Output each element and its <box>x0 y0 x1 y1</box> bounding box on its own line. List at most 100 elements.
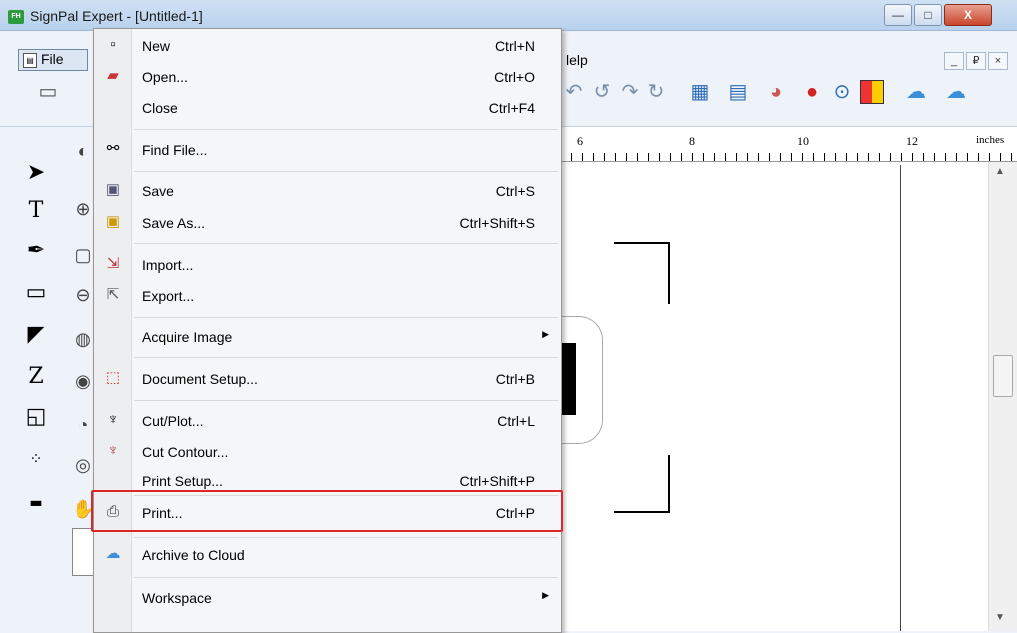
vector-tool-icon[interactable]: ◤ <box>22 320 50 350</box>
secondary-tool-icon[interactable]: ⊖ <box>72 282 94 308</box>
secondary-tool-icon[interactable]: ◍ <box>72 326 94 352</box>
menu-separator <box>134 171 558 172</box>
minimize-button[interactable]: — <box>884 4 912 26</box>
shape-tool-icon[interactable]: ◱ <box>22 402 50 432</box>
color-well[interactable] <box>72 528 94 576</box>
menu-item-save[interactable]: ▣ Save Ctrl+S <box>94 177 561 205</box>
menu-item-label: Find File... <box>142 142 208 158</box>
cloud-upload-icon[interactable]: ☁ <box>944 80 968 104</box>
menu-item-close[interactable]: Close Ctrl+F4 <box>94 94 561 122</box>
secondary-tool-icon[interactable]: ◐ <box>72 138 94 164</box>
menu-item-shortcut: Ctrl+Shift+P <box>459 473 535 489</box>
menu-item-shortcut: Ctrl+S <box>495 183 535 199</box>
print-highlight-box <box>91 490 563 532</box>
help-menu[interactable]: lelp <box>566 52 588 68</box>
menu-item-archive-to-cloud[interactable]: ☁ Archive to Cloud <box>94 541 561 569</box>
save-as-icon: ▣ <box>105 213 121 230</box>
menu-item-label: Import... <box>142 257 194 273</box>
ruler-number: 10 <box>797 134 809 148</box>
open-icon: ▰ <box>107 67 119 84</box>
menu-item-shortcut: Ctrl+F4 <box>488 100 535 116</box>
secondary-tool-icon[interactable]: ◔ <box>72 412 94 438</box>
save-icon: ▣ <box>105 181 121 198</box>
menu-separator <box>134 357 558 358</box>
ruler-number: 8 <box>689 134 695 148</box>
zoom-icon[interactable]: ⊙ <box>830 80 854 104</box>
new-page-icon[interactable]: ▭ <box>36 80 60 104</box>
ruler-unit: inches <box>976 134 1005 146</box>
file-menu[interactable]: ▤ File <box>18 49 88 71</box>
maximize-button[interactable]: □ <box>914 4 942 26</box>
ruler-number: 12 <box>906 134 918 148</box>
cloud-power-icon[interactable]: ☁ <box>904 80 928 104</box>
menu-item-label: Save <box>142 183 174 199</box>
menu-item-import[interactable]: ⇲ Import... <box>94 251 561 279</box>
menu-item-find-file[interactable]: ⚯ Find File... <box>94 136 561 164</box>
close-window-button[interactable]: X <box>944 4 992 26</box>
menu-separator <box>134 577 558 578</box>
menu-item-label: Export... <box>142 288 195 304</box>
ruler-tool-icon[interactable]: ▬ <box>22 488 50 518</box>
menu-separator <box>134 317 558 318</box>
secondary-tool-icon[interactable]: ◉ <box>72 368 94 394</box>
menu-item-save-as[interactable]: ▣ Save As... Ctrl+Shift+S <box>94 209 561 237</box>
menu-item-shortcut: Ctrl+N <box>494 38 535 54</box>
menu-separator <box>134 400 558 401</box>
scroll-up-icon[interactable]: ▲ <box>995 166 1005 177</box>
menu-item-label: Acquire Image <box>142 329 233 345</box>
undo-icon[interactable]: ↶ <box>562 80 586 104</box>
new-document-icon: ▫ <box>110 36 116 53</box>
secondary-tool-icon[interactable]: ⊕ <box>72 196 94 222</box>
menu-item-new[interactable]: ▫ New Ctrl+N <box>94 32 561 60</box>
document-setup-icon: ⬚ <box>105 369 121 386</box>
binoculars-icon: ⚯ <box>106 140 120 157</box>
app-logo-icon: FH <box>8 10 24 24</box>
menu-item-shortcut: Ctrl+Shift+S <box>459 215 535 231</box>
menu-item-export[interactable]: ⇱ Export... <box>94 282 561 310</box>
document-icon: ▤ <box>23 53 37 68</box>
black-bar-shape[interactable] <box>560 343 576 415</box>
text-tool-icon[interactable]: T <box>22 196 50 226</box>
list-icon[interactable]: ▤ <box>726 80 750 104</box>
scroll-down-icon[interactable]: ▼ <box>995 612 1005 623</box>
menu-separator <box>134 537 558 538</box>
menu-item-workspace[interactable]: Workspace ▶ <box>94 584 561 612</box>
menu-item-label: Workspace <box>142 590 212 606</box>
secondary-tool-icon[interactable]: ◎ <box>72 452 94 478</box>
page-area[interactable] <box>560 165 901 631</box>
menu-item-label: Save As... <box>142 215 206 231</box>
menu-item-label: Document Setup... <box>142 371 258 387</box>
cloud-icon: ☁ <box>105 545 121 562</box>
color-swatch-icon[interactable] <box>860 80 884 104</box>
color-drop-icon[interactable]: ● <box>800 80 824 104</box>
pen-tool-icon[interactable]: ✒ <box>22 236 50 266</box>
menu-item-acquire-image[interactable]: Acquire Image ▶ <box>94 323 561 351</box>
cut-contour-icon: ♆ <box>107 442 119 459</box>
horizontal-ruler <box>560 127 1017 162</box>
zigzag-tool-icon[interactable]: Z <box>22 362 50 392</box>
undo-all-icon[interactable]: ↺ <box>590 80 614 104</box>
window-title: SignPal Expert - [Untitled-1] <box>30 8 203 24</box>
export-icon: ⇱ <box>106 286 120 303</box>
menu-item-label: New <box>142 38 171 54</box>
redo-icon[interactable]: ↷ <box>618 80 642 104</box>
menu-item-cut-contour[interactable]: ♆ Cut Contour... <box>94 438 561 466</box>
layout-icon[interactable]: ▦ <box>688 80 712 104</box>
secondary-tool-icon[interactable]: ▢ <box>72 242 94 268</box>
ruler-ticks <box>560 153 1017 161</box>
mdi-restore-button[interactable]: ₽ <box>966 52 986 70</box>
menu-item-cut-plot[interactable]: ♆ Cut/Plot... Ctrl+L <box>94 407 561 435</box>
menu-item-label: Print Setup... <box>142 473 223 489</box>
select-arrow-icon[interactable]: ➤ <box>22 158 50 188</box>
palette-icon[interactable]: ◕ <box>764 80 788 104</box>
menu-item-label: Archive to Cloud <box>142 547 245 563</box>
menu-item-document-setup[interactable]: ⬚ Document Setup... Ctrl+B <box>94 365 561 393</box>
rectangle-tool-icon[interactable]: ▭ <box>22 278 50 308</box>
file-dropdown-menu: ▫ New Ctrl+N ▰ Open... Ctrl+O Close Ctrl… <box>93 28 562 633</box>
redo-all-icon[interactable]: ↻ <box>644 80 668 104</box>
mdi-close-button[interactable]: × <box>988 52 1008 70</box>
menu-item-open[interactable]: ▰ Open... Ctrl+O <box>94 63 561 91</box>
mdi-minimize-button[interactable]: _ <box>944 52 964 70</box>
grid-tool-icon[interactable]: ⁘ <box>22 444 50 474</box>
scroll-thumb[interactable] <box>993 355 1013 397</box>
